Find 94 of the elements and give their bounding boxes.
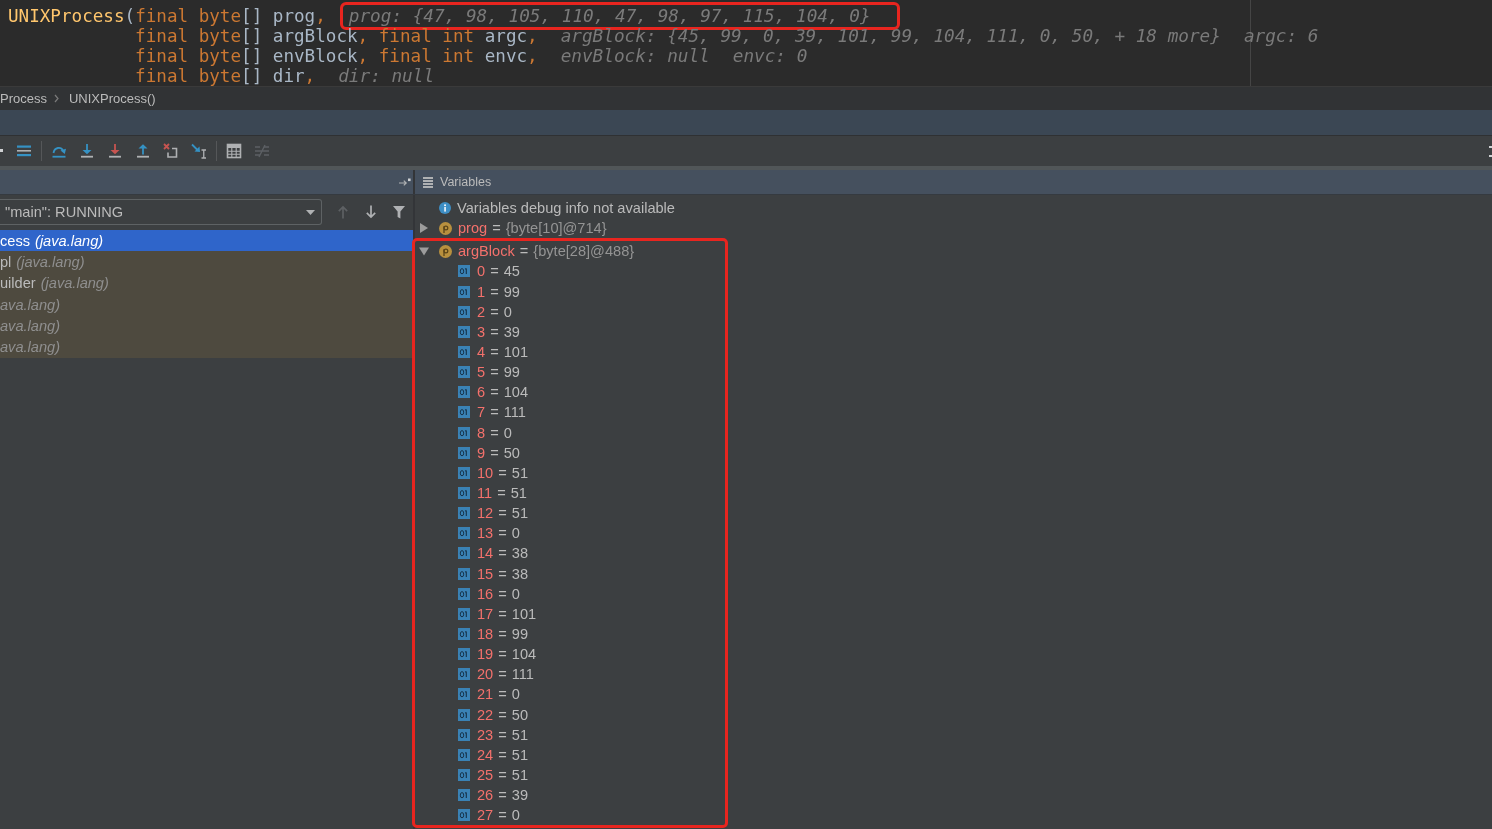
inline-value-hint: envBlock: null xyxy=(560,47,710,65)
number-tile-icon xyxy=(458,628,470,640)
stack-frame-row[interactable]: uilder (java.lang) xyxy=(0,272,413,294)
down-arrow-icon[interactable] xyxy=(365,205,377,219)
array-element-row[interactable]: 26 = 39 xyxy=(458,785,528,806)
array-element-row[interactable]: 19 = 104 xyxy=(458,644,537,665)
array-element-row[interactable]: 15 = 38 xyxy=(458,563,528,584)
inline-value-hint: prog: {47, 98, 105, 110, 47, 98, 97, 115, 104, 0} xyxy=(348,7,871,25)
letter-p-icon xyxy=(439,244,452,258)
array-element-row[interactable]: 16 = 0 xyxy=(458,583,520,604)
code-line: final byte[] dir, xyxy=(134,68,316,86)
array-element-row[interactable]: 3 = 39 xyxy=(458,321,520,342)
cross-bracket-icon[interactable] xyxy=(163,143,179,159)
breadcrumb-item[interactable]: Process xyxy=(0,91,47,106)
array-element-row[interactable]: 9 = 50 xyxy=(458,442,520,463)
variable-row[interactable]: argBlock = {byte[28]@488} xyxy=(419,241,635,262)
array-element-row[interactable]: 12 = 51 xyxy=(458,503,528,524)
code-line: final byte[] envBlock, final int envc, xyxy=(134,47,538,65)
inline-value-hint: dir: null xyxy=(338,68,435,86)
array-element-row[interactable]: 23 = 51 xyxy=(458,724,528,745)
number-tile-icon xyxy=(458,567,470,580)
number-tile-icon xyxy=(458,648,470,661)
number-tile-icon xyxy=(458,305,470,318)
stack-frame-row[interactable]: pl (java.lang) xyxy=(0,251,413,273)
array-element-row[interactable]: 0 = 45 xyxy=(458,261,520,282)
code-line: UNIXProcess(final byte[] prog, xyxy=(8,7,326,25)
number-tile-icon xyxy=(458,769,470,781)
array-element-row[interactable]: 1 = 99 xyxy=(458,281,520,302)
number-tile-icon xyxy=(458,366,470,379)
array-element-row[interactable]: 2 = 0 xyxy=(458,301,512,322)
number-tile-icon xyxy=(458,285,470,298)
calculator-icon[interactable] xyxy=(226,143,242,159)
number-tile-icon xyxy=(458,607,470,620)
up-arrow-icon[interactable] xyxy=(135,143,151,159)
inline-value-hint: argBlock: {45, 99, 0, 39, 101, 99, 104, 111, 0, 50, + 18 more} xyxy=(560,27,1221,45)
array-element-row[interactable]: 21 = 0 xyxy=(458,684,520,705)
array-element-row[interactable]: 17 = 101 xyxy=(458,603,537,624)
number-tile-icon xyxy=(458,789,470,802)
number-tile-icon xyxy=(458,547,470,560)
number-tile-icon xyxy=(458,386,470,399)
expanded-triangle-icon[interactable] xyxy=(419,246,429,257)
chevron-icon xyxy=(53,94,59,103)
number-tile-icon xyxy=(458,446,470,459)
array-element-row[interactable]: 20 = 111 xyxy=(458,664,534,685)
array-element-row[interactable]: 7 = 111 xyxy=(458,402,526,423)
number-tile-icon xyxy=(458,426,470,439)
list-icon xyxy=(423,176,433,188)
number-tile-icon xyxy=(458,668,470,681)
number-tile-icon xyxy=(458,507,470,520)
number-tile-icon xyxy=(458,487,470,500)
down-arrow-icon[interactable] xyxy=(107,143,123,159)
array-element-row[interactable]: 25 = 51 xyxy=(458,764,528,786)
array-element-row[interactable]: 14 = 38 xyxy=(458,543,528,564)
lines-icon[interactable] xyxy=(16,143,32,159)
number-tile-icon xyxy=(458,587,470,600)
number-tile-icon xyxy=(458,708,470,721)
variable-row[interactable]: prog = {byte[10]@714} xyxy=(419,218,607,239)
info-icon xyxy=(439,202,451,215)
array-element-row[interactable]: 4 = 101 xyxy=(458,342,528,363)
array-element-row[interactable]: 6 = 104 xyxy=(458,382,528,403)
array-element-row[interactable]: 18 = 99 xyxy=(458,623,528,645)
number-tile-icon xyxy=(458,688,470,701)
array-element-row[interactable]: 24 = 51 xyxy=(458,744,528,765)
array-element-row[interactable]: 11 = 51 xyxy=(458,482,527,504)
inline-value-hint: envc: 0 xyxy=(732,47,808,65)
number-tile-icon xyxy=(458,809,470,822)
number-tile-icon xyxy=(458,748,470,761)
number-tile-icon xyxy=(458,406,470,419)
number-tile-icon xyxy=(458,346,470,359)
down-arrow-icon[interactable] xyxy=(79,143,95,159)
collapsed-triangle-icon[interactable] xyxy=(419,223,429,234)
array-element-row[interactable]: 10 = 51 xyxy=(458,462,528,483)
number-tile-icon xyxy=(458,527,470,540)
notice-text: Variables debug info not available xyxy=(457,200,675,217)
array-element-row[interactable]: 8 = 0 xyxy=(458,422,512,443)
number-tile-icon xyxy=(458,325,470,338)
filter-icon[interactable] xyxy=(393,205,405,219)
panel-title: Variables xyxy=(440,175,492,189)
array-element-row[interactable]: 22 = 50 xyxy=(458,704,528,725)
thread-dropdown[interactable]: "main": RUNNING xyxy=(0,199,322,225)
number-tile-icon xyxy=(458,265,470,278)
letter-p-icon xyxy=(439,221,452,235)
caret-icon xyxy=(306,209,315,215)
code-line: final byte[] argBlock, final int argc, xyxy=(134,27,538,45)
array-element-row[interactable]: 5 = 99 xyxy=(458,362,520,383)
array-element-row[interactable]: 13 = 0 xyxy=(458,523,520,544)
arrow-cursor-icon[interactable] xyxy=(191,143,207,159)
arrow-dot-icon[interactable] xyxy=(399,177,411,187)
stack-frame-row[interactable]: cess (java.lang) xyxy=(0,230,413,252)
array-element-row[interactable]: 27 = 0 xyxy=(458,805,520,826)
breadcrumb-item[interactable]: UNIXProcess() xyxy=(68,91,156,106)
number-tile-icon xyxy=(458,466,470,479)
number-tile-icon xyxy=(458,728,470,741)
inline-value-hint: argc: 6 xyxy=(1243,27,1319,45)
